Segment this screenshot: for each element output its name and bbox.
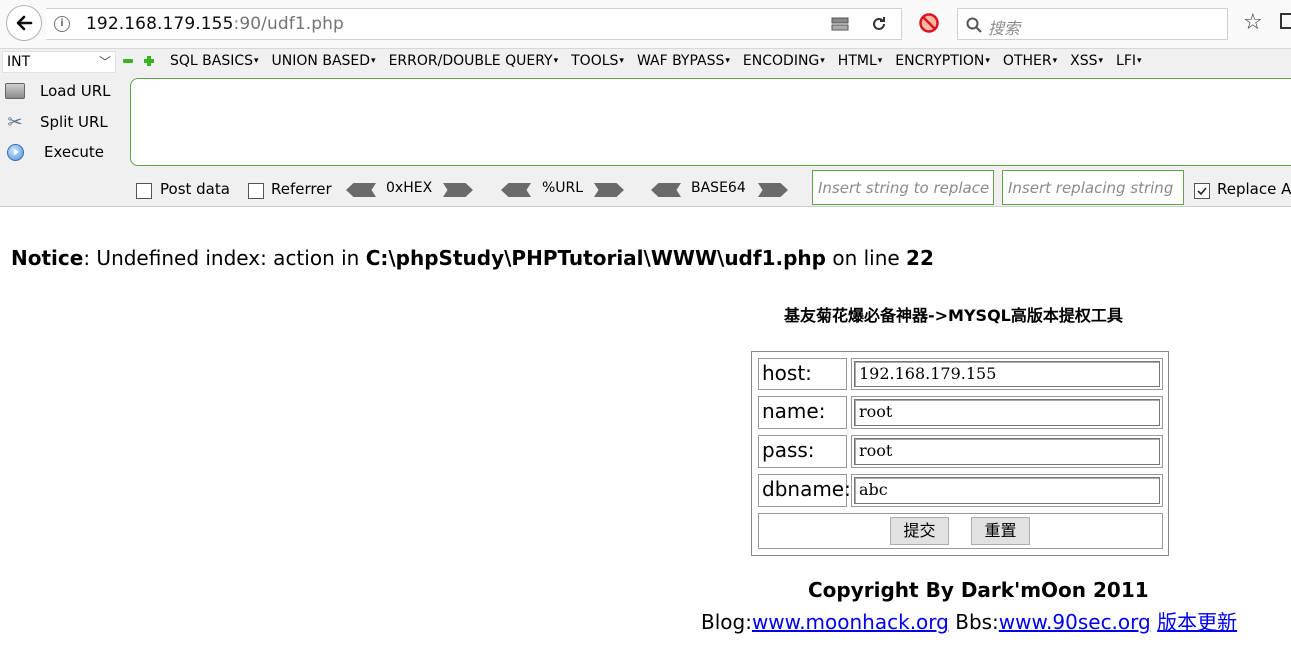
replace-all-label: Replace All: [1217, 180, 1291, 198]
submit-button[interactable]: 提交: [890, 517, 949, 545]
play-icon: [6, 143, 24, 161]
scissors-icon: ✂: [7, 111, 23, 133]
host-input[interactable]: 192.168.179.155: [854, 361, 1160, 387]
url-encode-label: %URL: [542, 180, 584, 196]
menu-encoding[interactable]: ENCODING: [743, 53, 825, 69]
execute-label: Execute: [44, 143, 104, 161]
load-url-label: Load URL: [40, 82, 111, 100]
base64-decode-arrow-icon[interactable]: [651, 183, 681, 197]
name-label: name:: [758, 396, 847, 429]
blog-label: Blog:: [701, 610, 752, 634]
browser-toolbar: i 192.168.179.155:90/udf1.php 搜索 ☆: [0, 0, 1291, 49]
menu-html[interactable]: HTML: [838, 53, 883, 69]
referrer-label: Referrer: [271, 180, 332, 198]
split-url-button[interactable]: ✂ Split URL: [4, 110, 108, 134]
dbname-input[interactable]: abc: [854, 477, 1160, 504]
bbs-link[interactable]: www.90sec.org: [999, 610, 1151, 634]
menu-encryption[interactable]: ENCRYPTION: [895, 53, 990, 69]
back-button[interactable]: [6, 5, 42, 41]
name-input[interactable]: root: [854, 399, 1160, 426]
reset-button[interactable]: 重置: [971, 517, 1030, 545]
hex-encode-arrow-icon[interactable]: [443, 183, 473, 197]
server-icon[interactable]: [830, 15, 850, 33]
name-cell: root: [851, 396, 1163, 429]
checkmark-icon: [1197, 187, 1207, 196]
host-label: host:: [758, 358, 847, 390]
page-title: 基友菊花爆必备神器->MYSQL高版本提权工具: [784, 306, 1123, 325]
replace-all-checkbox[interactable]: [1194, 183, 1210, 199]
back-arrow-icon: [16, 15, 33, 31]
hex-label: 0xHEX: [386, 180, 433, 196]
search-box[interactable]: 搜索: [957, 8, 1228, 40]
pass-cell: root: [851, 435, 1163, 468]
menu-sql-basics[interactable]: SQL BASICS: [170, 53, 259, 69]
type-select-value: INT: [7, 54, 31, 70]
notice-path: C:\phpStudy\PHPTutorial\WWW\udf1.php: [365, 246, 826, 270]
search-placeholder: 搜索: [988, 19, 1021, 38]
menu-lfi[interactable]: LFI: [1116, 53, 1142, 69]
login-form-table: host: 192.168.179.155 name: root pass: r…: [751, 351, 1169, 556]
search-icon: [966, 17, 982, 33]
decrease-icon[interactable]: [122, 55, 134, 67]
post-data-label: Post data: [160, 180, 230, 198]
update-link[interactable]: 版本更新: [1157, 610, 1237, 634]
url-encode-arrow-icon[interactable]: [594, 183, 624, 197]
pass-label: pass:: [758, 435, 847, 468]
load-url-icon: [5, 83, 25, 99]
hackbar-menu: SQL BASICS UNION BASED ERROR/DOUBLE QUER…: [170, 53, 1155, 69]
menu-waf-bypass[interactable]: WAF BYPASS: [637, 53, 730, 69]
increase-icon[interactable]: [143, 55, 155, 67]
hex-decode-arrow-icon[interactable]: [346, 183, 376, 197]
notice-line-number: 22: [906, 246, 934, 270]
php-notice: Notice: Undefined index: action in C:\ph…: [11, 246, 934, 270]
library-icon[interactable]: [1280, 13, 1291, 29]
copyright: Copyright By Dark'mOon 2011: [808, 578, 1149, 602]
footer-links: Blog:www.moonhack.org Bbs:www.90sec.org …: [701, 606, 1237, 635]
url-host: 192.168.179.155: [86, 14, 234, 34]
menu-tools[interactable]: TOOLS: [571, 53, 624, 69]
blog-link[interactable]: www.moonhack.org: [752, 610, 949, 634]
menu-other[interactable]: OTHER: [1003, 53, 1057, 69]
bbs-label: Bbs:: [948, 610, 999, 634]
notice-label: Notice: [11, 246, 84, 270]
type-select[interactable]: INT ﹀: [2, 51, 116, 73]
dbname-label: dbname:: [758, 474, 851, 507]
base64-encode-arrow-icon[interactable]: [758, 183, 788, 197]
notice-on-line: on line: [825, 246, 907, 270]
split-url-label: Split URL: [40, 113, 108, 131]
execute-button[interactable]: Execute: [4, 140, 104, 164]
hackbar-url-textarea[interactable]: [130, 78, 1291, 166]
menu-xss[interactable]: XSS: [1070, 53, 1103, 69]
reload-icon[interactable]: [869, 15, 889, 33]
replacing-string-input[interactable]: Insert replacing string: [1002, 170, 1184, 205]
load-url-button[interactable]: Load URL: [4, 79, 111, 103]
info-icon[interactable]: i: [54, 16, 70, 32]
host-cell: 192.168.179.155: [851, 358, 1163, 390]
base64-label: BASE64: [691, 180, 746, 196]
url-decode-arrow-icon[interactable]: [501, 183, 531, 197]
blocked-content-icon[interactable]: [918, 12, 940, 34]
string-to-replace-input[interactable]: Insert string to replace: [812, 170, 994, 205]
post-data-checkbox[interactable]: [136, 183, 152, 199]
chevron-down-icon: ﹀: [98, 55, 111, 69]
url-text[interactable]: 192.168.179.155:90/udf1.php: [86, 14, 344, 34]
menu-error-double-query[interactable]: ERROR/DOUBLE QUERY: [389, 53, 559, 69]
menu-union-based[interactable]: UNION BASED: [272, 53, 376, 69]
bookmark-star-icon[interactable]: ☆: [1243, 10, 1263, 35]
notice-message: : Undefined index: action in: [83, 246, 366, 270]
buttons-cell: 提交 重置: [758, 513, 1163, 549]
address-bar[interactable]: i 192.168.179.155:90/udf1.php: [46, 8, 902, 40]
hackbar: INT ﹀ SQL BASICS UNION BASED ERROR/DOUBL…: [0, 49, 1291, 207]
pass-input[interactable]: root: [854, 438, 1160, 465]
referrer-checkbox[interactable]: [248, 183, 264, 199]
dbname-cell: abc: [851, 474, 1163, 507]
url-path: :90/udf1.php: [233, 14, 344, 34]
